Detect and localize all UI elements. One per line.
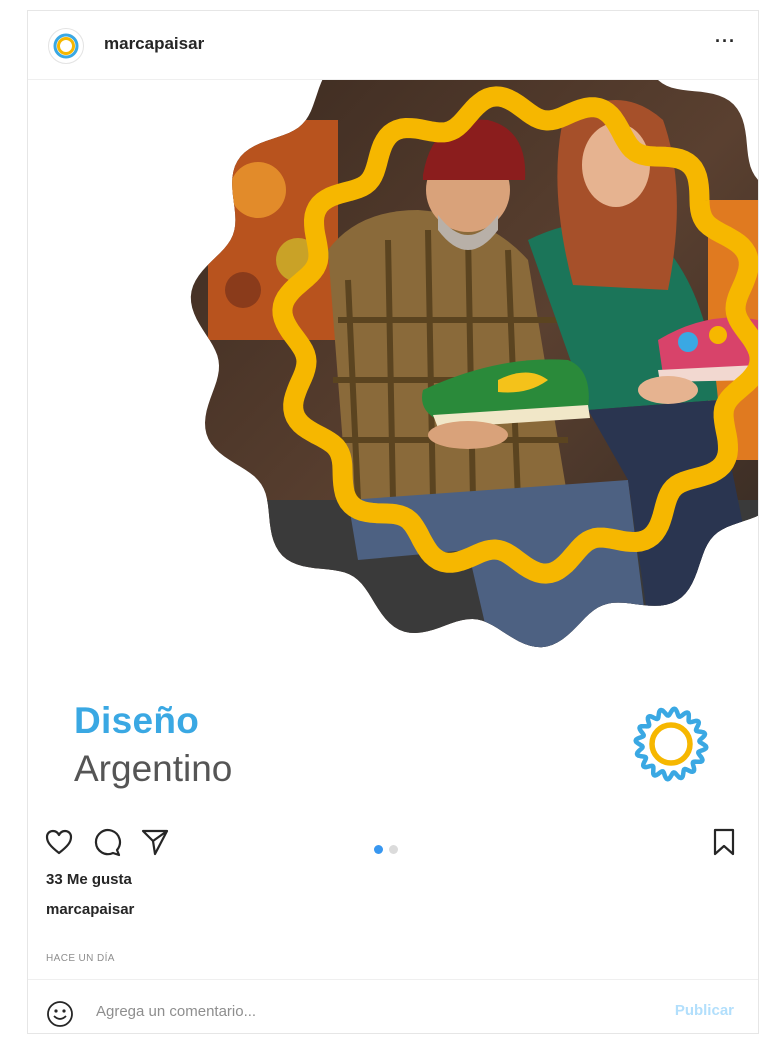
heart-icon[interactable]: [44, 827, 74, 862]
likes-count[interactable]: 33 Me gusta: [46, 871, 132, 888]
post-timestamp: HACE UN DÍA: [46, 953, 115, 964]
post-header: marcapaisar ···: [28, 11, 758, 80]
comment-icon[interactable]: [92, 827, 122, 862]
post-media[interactable]: Diseño Argentino: [28, 80, 758, 817]
comment-input[interactable]: [94, 995, 618, 1027]
comment-bar: Publicar: [28, 979, 758, 1033]
paper-plane-icon[interactable]: [140, 827, 170, 862]
carousel-indicator: [374, 841, 404, 859]
caption-username[interactable]: marcapaisar: [46, 901, 134, 918]
more-options-button[interactable]: ···: [715, 31, 736, 52]
carousel-dot[interactable]: [389, 845, 398, 854]
sun-logo-icon: [631, 704, 711, 789]
action-bar: [28, 821, 758, 867]
avatar[interactable]: [48, 28, 84, 64]
brand-title-light: Argentino: [74, 748, 233, 789]
instagram-post: marcapaisar ··· Diseño Argentino 33 Me g…: [27, 10, 759, 1034]
sun-logo-icon: [53, 33, 79, 59]
publish-button[interactable]: Publicar: [675, 1002, 734, 1019]
brand-title-bold: Diseño: [74, 700, 200, 741]
post-username[interactable]: marcapaisar: [104, 34, 204, 54]
carousel-dot-active[interactable]: [374, 845, 383, 854]
bookmark-icon[interactable]: [709, 827, 739, 862]
emoji-icon[interactable]: [46, 1000, 74, 1033]
